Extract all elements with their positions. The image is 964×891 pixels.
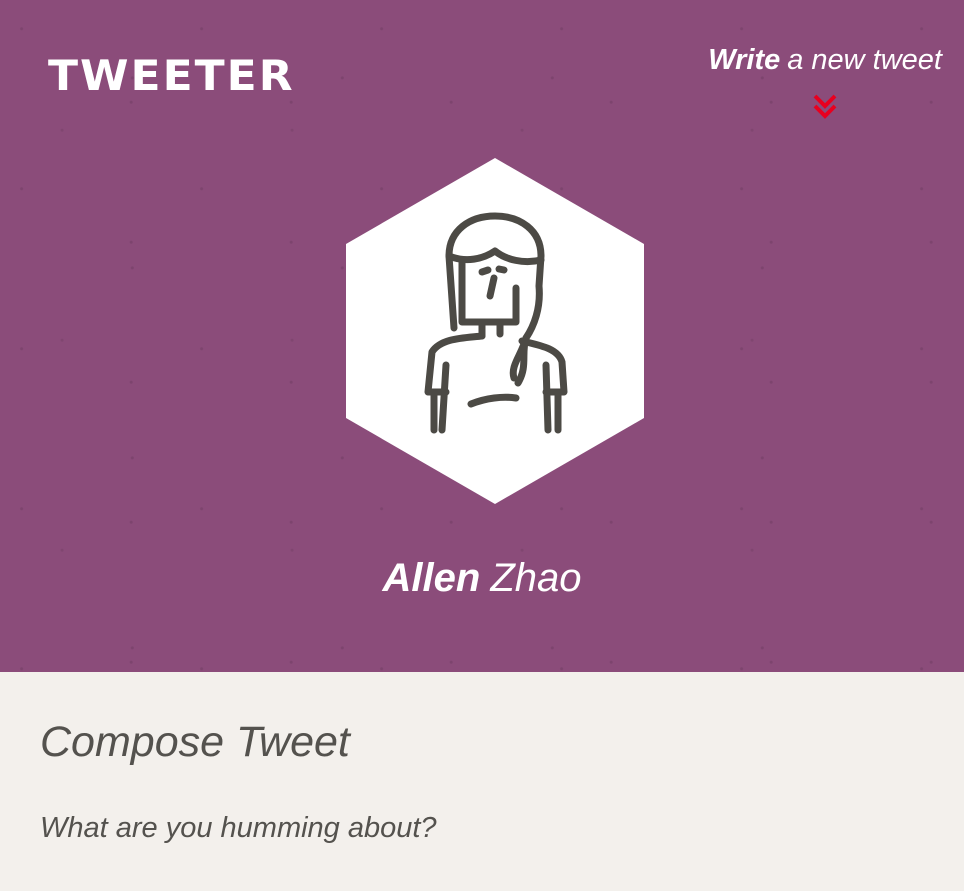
compose-section: Compose Tweet What are you humming about… [0, 672, 964, 891]
avatar [346, 158, 644, 504]
first-name: Allen [382, 556, 481, 600]
write-new-tweet-link[interactable]: Write a new tweet [692, 40, 942, 80]
compose-title: Compose Tweet [40, 718, 350, 766]
tweeter-logo[interactable]: TWEETER [48, 50, 295, 103]
tweet-prompt-label: What are you humming about? [40, 812, 437, 844]
profile-name: Allen Zhao [0, 550, 964, 606]
profile-header: TWEETER Write a new tweet Allen Zhao [0, 0, 964, 672]
write-label-rest: a new tweet [787, 44, 942, 76]
double-chevron-down-icon[interactable] [811, 93, 839, 121]
user-avatar-icon [346, 158, 644, 504]
write-label-bold: Write [708, 44, 781, 76]
last-name: Zhao [490, 556, 582, 600]
